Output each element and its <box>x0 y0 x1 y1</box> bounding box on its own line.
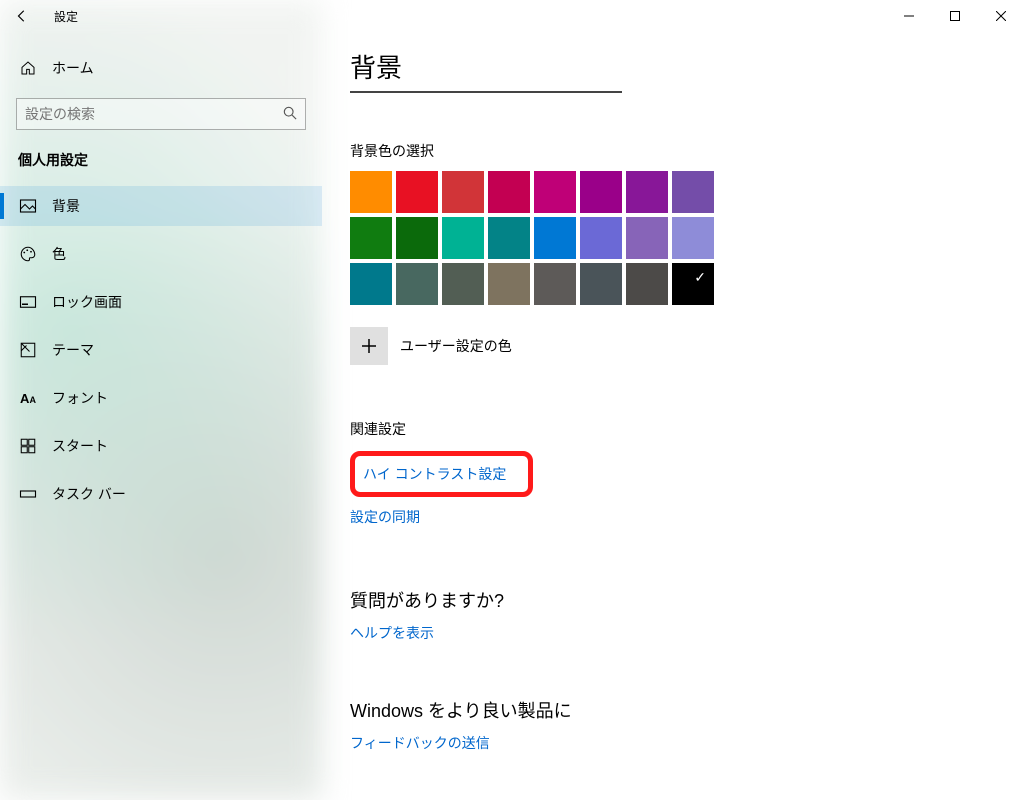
bgcolor-label: 背景色の選択 <box>350 141 1024 161</box>
sidebar-item-label: テーマ <box>52 340 94 360</box>
home-nav[interactable]: ホーム <box>0 48 322 88</box>
color-swatch[interactable] <box>350 217 392 259</box>
feedback-title: Windows をより良い製品に <box>350 697 1024 723</box>
color-swatch[interactable] <box>442 171 484 213</box>
color-swatch[interactable] <box>488 171 530 213</box>
color-swatch[interactable] <box>626 263 668 305</box>
sidebar-item-themes[interactable]: テーマ <box>0 330 322 370</box>
color-swatch[interactable] <box>534 263 576 305</box>
home-icon <box>18 60 38 76</box>
themes-icon <box>18 341 38 359</box>
link-help[interactable]: ヘルプを表示 <box>350 623 434 643</box>
sidebar-item-lockscreen[interactable]: ロック画面 <box>0 282 322 322</box>
color-swatch[interactable] <box>488 263 530 305</box>
custom-color-row: ユーザー設定の色 <box>350 327 1024 365</box>
search-box[interactable] <box>16 98 306 130</box>
main-content: 背景 背景色の選択 ユーザー設定の色 関連設定 ハイ コントラスト設定 設定の同… <box>322 0 1024 800</box>
highlight-annotation: ハイ コントラスト設定 <box>350 451 533 497</box>
color-grid <box>350 171 1024 305</box>
color-swatch[interactable] <box>626 171 668 213</box>
color-swatch[interactable] <box>534 171 576 213</box>
font-icon: AA <box>18 391 38 406</box>
sidebar-item-label: タスク バー <box>52 484 126 504</box>
search-input[interactable] <box>25 106 283 122</box>
lockscreen-icon <box>18 293 38 311</box>
page-title: 背景 <box>350 48 1024 85</box>
link-sync-settings[interactable]: 設定の同期 <box>350 507 420 527</box>
color-swatch[interactable] <box>580 171 622 213</box>
color-swatch[interactable] <box>396 217 438 259</box>
sidebar-item-label: 色 <box>52 244 66 264</box>
color-swatch[interactable] <box>442 217 484 259</box>
heading-underline <box>350 91 622 93</box>
color-swatch[interactable] <box>534 217 576 259</box>
window-title: 設定 <box>54 8 78 25</box>
color-swatch[interactable] <box>626 217 668 259</box>
color-swatch[interactable] <box>396 263 438 305</box>
home-label: ホーム <box>52 58 94 78</box>
back-button[interactable] <box>0 0 44 32</box>
color-swatch[interactable] <box>672 171 714 213</box>
color-swatch[interactable] <box>442 263 484 305</box>
palette-icon <box>18 245 38 263</box>
sidebar-item-background[interactable]: 背景 <box>0 186 322 226</box>
sidebar-item-colors[interactable]: 色 <box>0 234 322 274</box>
custom-color-label: ユーザー設定の色 <box>400 336 512 356</box>
link-feedback[interactable]: フィードバックの送信 <box>350 733 490 753</box>
color-swatch[interactable] <box>350 171 392 213</box>
start-icon <box>18 437 38 455</box>
search-icon <box>283 106 297 123</box>
sidebar-item-label: ロック画面 <box>52 292 122 312</box>
color-swatch[interactable] <box>580 263 622 305</box>
add-custom-color-button[interactable] <box>350 327 388 365</box>
taskbar-icon <box>18 485 38 503</box>
titlebar: 設定 <box>0 0 1024 32</box>
color-swatch[interactable] <box>350 263 392 305</box>
sidebar: ホーム 個人用設定 背景 色 ロック画面 テーマ AA フォント <box>0 0 322 800</box>
related-settings-title: 関連設定 <box>350 419 1024 439</box>
sidebar-item-label: スタート <box>52 436 108 456</box>
sidebar-item-start[interactable]: スタート <box>0 426 322 466</box>
minimize-button[interactable] <box>886 0 932 32</box>
color-swatch[interactable] <box>396 171 438 213</box>
color-swatch[interactable] <box>672 217 714 259</box>
sidebar-item-taskbar[interactable]: タスク バー <box>0 474 322 514</box>
question-title: 質問がありますか? <box>350 587 1024 613</box>
sidebar-item-label: フォント <box>52 388 108 408</box>
window-controls <box>886 0 1024 32</box>
color-swatch[interactable] <box>672 263 714 305</box>
sidebar-item-fonts[interactable]: AA フォント <box>0 378 322 418</box>
sidebar-section-title: 個人用設定 <box>0 142 322 178</box>
picture-icon <box>18 197 38 215</box>
maximize-button[interactable] <box>932 0 978 32</box>
close-button[interactable] <box>978 0 1024 32</box>
color-swatch[interactable] <box>580 217 622 259</box>
color-swatch[interactable] <box>488 217 530 259</box>
link-high-contrast[interactable]: ハイ コントラスト設定 <box>363 464 506 484</box>
sidebar-item-label: 背景 <box>52 196 80 216</box>
